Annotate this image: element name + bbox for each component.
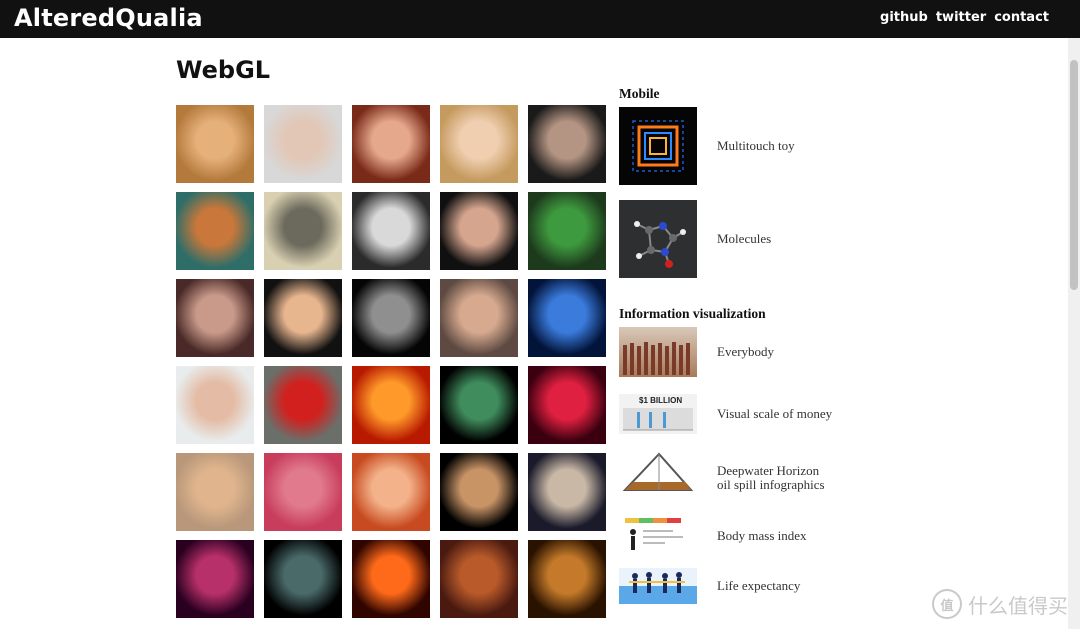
demo-thumbnail-red-car[interactable]	[264, 366, 342, 444]
watermark-text: 什么值得买	[968, 593, 1068, 618]
demo-thumbnail-magenta-orb[interactable]	[176, 540, 254, 618]
demo-thumbnail-red-rock-canyon[interactable]	[352, 453, 430, 531]
deepwater-label-line2[interactable]: oil spill infographics	[717, 477, 825, 492]
demo-thumbnail-venus-face[interactable]	[176, 105, 254, 183]
demo-thumbnail-red-crystals[interactable]	[264, 453, 342, 531]
demo-thumbnail-smiling-woman[interactable]	[264, 279, 342, 357]
demo-thumbnail-woman-red-hair[interactable]	[352, 105, 430, 183]
demo-thumbnail-brunette-woman[interactable]	[176, 366, 254, 444]
section-title-mobile: Mobile	[619, 86, 660, 101]
top-nav: github twitter contact	[880, 10, 1049, 25]
demo-thumbnail-earth-globe[interactable]	[440, 366, 518, 444]
sidebar-item-label[interactable]: Multitouch toy	[717, 139, 917, 153]
deepwater-horizon-thumbnail[interactable]	[619, 452, 697, 497]
bmi-thumbnail[interactable]	[619, 516, 697, 556]
page-title: WebGL	[176, 56, 271, 84]
demo-thumbnail-jupiter[interactable]	[440, 453, 518, 531]
demo-thumbnail-ornate-face[interactable]	[528, 540, 606, 618]
scrollbar-thumb[interactable]	[1070, 60, 1078, 290]
demo-thumbnail-red-particles[interactable]	[528, 366, 606, 444]
nav-twitter-link[interactable]: twitter	[936, 10, 986, 25]
demo-thumbnail-glowing-doorway[interactable]	[352, 540, 430, 618]
demo-thumbnail-dancing-man[interactable]	[528, 453, 606, 531]
money-scale-thumbnail[interactable]: $1 BILLION	[619, 394, 697, 434]
webgl-demo-grid	[176, 105, 606, 618]
demo-thumbnail-robot-warrior[interactable]	[440, 540, 518, 618]
demo-thumbnail-van-gogh-portrait[interactable]	[176, 192, 254, 270]
demo-thumbnail-green-eyed-woman[interactable]	[176, 279, 254, 357]
sidebar-item-molecules[interactable]: Molecules	[619, 200, 771, 278]
nav-github-link[interactable]: github	[880, 10, 928, 25]
sidebar-item-label[interactable]: Molecules	[717, 232, 917, 246]
sidebar-item-label[interactable]: Deepwater Horizon oil spill infographics	[717, 464, 917, 492]
sidebar-item-life-expectancy[interactable]: Life expectancy	[619, 568, 800, 604]
sidebar-item-multitouch-toy[interactable]: Multitouch toy	[619, 107, 795, 185]
sidebar-item-deepwater-horizon[interactable]: Deepwater Horizon oil spill infographics	[619, 452, 825, 497]
demo-thumbnail-blonde-woman[interactable]	[440, 105, 518, 183]
demo-thumbnail-drawn-man-portrait[interactable]	[264, 192, 342, 270]
sidebar-item-body-mass-index[interactable]: Body mass index	[619, 516, 807, 556]
deepwater-label-line1[interactable]: Deepwater Horizon	[717, 463, 819, 478]
demo-thumbnail-fire-figures[interactable]	[352, 366, 430, 444]
page-scrollbar[interactable]	[1068, 38, 1080, 629]
demo-thumbnail-female-face-pale[interactable]	[264, 105, 342, 183]
site-header: AlteredQualia github twitter contact	[0, 0, 1080, 38]
sidebar-item-label[interactable]: Visual scale of money	[717, 407, 917, 421]
sidebar-item-label[interactable]: Body mass index	[717, 529, 917, 543]
sidebar-item-label[interactable]: Everybody	[717, 345, 917, 359]
demo-thumbnail-shadow-face[interactable]	[352, 279, 430, 357]
watermark: 值 什么值得买	[932, 589, 1068, 619]
multitouch-toy-thumbnail[interactable]	[619, 107, 697, 185]
sidebar-item-visual-scale-of-money[interactable]: $1 BILLION Visual scale of money	[619, 394, 832, 434]
everybody-thumbnail[interactable]	[619, 327, 697, 377]
nav-contact-link[interactable]: contact	[994, 10, 1049, 25]
site-logo[interactable]: AlteredQualia	[14, 4, 203, 32]
watermark-badge-icon: 值	[932, 589, 962, 619]
section-title-infovis: Information visualization	[619, 306, 766, 321]
life-expectancy-thumbnail[interactable]	[619, 568, 697, 604]
molecules-thumbnail[interactable]	[619, 200, 697, 278]
demo-thumbnail-bald-man-dark[interactable]	[528, 105, 606, 183]
sidebar-item-everybody[interactable]: Everybody	[619, 327, 774, 377]
demo-thumbnail-einstein-photo[interactable]	[352, 192, 430, 270]
demo-thumbnail-dark-earth[interactable]	[264, 540, 342, 618]
demo-thumbnail-space-head[interactable]	[528, 279, 606, 357]
sidebar-item-label[interactable]: Life expectancy	[717, 579, 917, 593]
demo-thumbnail-green-face[interactable]	[528, 192, 606, 270]
demo-thumbnail-head-closeup[interactable]	[440, 279, 518, 357]
demo-thumbnail-persian-cat[interactable]	[176, 453, 254, 531]
demo-thumbnail-old-bald-head[interactable]	[440, 192, 518, 270]
